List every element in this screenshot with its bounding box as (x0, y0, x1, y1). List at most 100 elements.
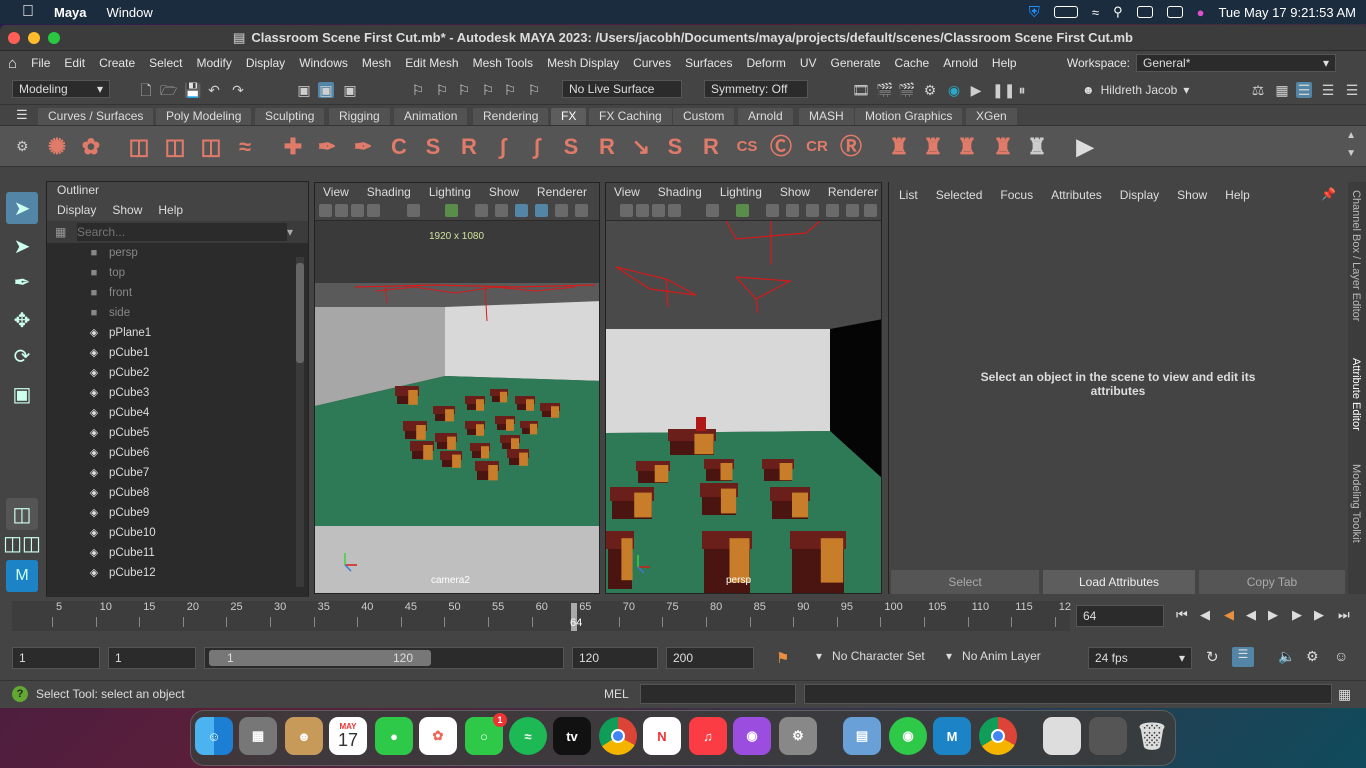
step-forward-frame-icon[interactable]: ▶ (1292, 607, 1302, 623)
vp-left-menu-renderer[interactable]: Renderer (537, 185, 587, 199)
shadows-icon[interactable] (555, 204, 568, 217)
tab-xgen[interactable]: XGen (966, 108, 1017, 125)
outliner-item[interactable]: ◈ pCube12 (87, 563, 156, 583)
menu-modify[interactable]: Modify (196, 56, 231, 70)
nhair-icon[interactable]: ✒ (348, 132, 378, 162)
shelf-scroll-down-icon[interactable]: ▼ (1346, 148, 1356, 159)
tab-custom[interactable]: Custom (673, 108, 735, 125)
image-plane-icon[interactable] (367, 204, 380, 217)
camera-select-icon[interactable] (620, 204, 633, 217)
playback-start-field[interactable]: 1 (108, 647, 196, 669)
tab-fx-caching[interactable]: FX Caching (589, 108, 672, 125)
close-window-button[interactable] (8, 32, 20, 44)
open-scene-icon[interactable]: 🗁 (160, 82, 177, 98)
minimize-window-button[interactable] (28, 32, 40, 44)
snap-pivot-icon[interactable]: ⚐ (526, 82, 542, 98)
menu-mesh[interactable]: Mesh (362, 56, 391, 70)
outliner-item[interactable]: ◈ pCube2 (87, 363, 150, 383)
outliner-menu-show[interactable]: Show (112, 203, 142, 217)
lights-icon[interactable] (535, 204, 548, 217)
help-icon[interactable]: ? (12, 686, 28, 702)
camera-select-icon[interactable] (319, 204, 332, 217)
scene-end-field[interactable]: 200 (666, 647, 754, 669)
step-back-frame-icon[interactable]: ◀ (1224, 607, 1234, 623)
menu-mesh-display[interactable]: Mesh Display (547, 56, 619, 70)
ae-copy-tab-button[interactable]: Copy Tab (1199, 570, 1345, 594)
battery-icon[interactable] (1053, 6, 1078, 18)
vp-right-menu-view[interactable]: View (614, 185, 640, 199)
dock-facetime-icon[interactable]: ● (375, 717, 413, 755)
tab-rigging[interactable]: Rigging (329, 108, 390, 125)
command-input[interactable] (640, 684, 796, 704)
filter-icon[interactable]: ▦ (55, 225, 71, 239)
playblast-icon[interactable]: ▶ (1070, 132, 1100, 162)
playback-speed-icon[interactable]: ☰ (1232, 647, 1254, 667)
current-frame-field[interactable]: 64 (1076, 605, 1164, 627)
cr-icon[interactable]: CR (802, 132, 832, 162)
ncloth-icon[interactable]: ✚ (278, 132, 308, 162)
scale-tool-button[interactable]: ▣ (6, 378, 38, 410)
lights-icon[interactable] (826, 204, 839, 217)
outliner-item[interactable]: ◈ pCube3 (87, 383, 150, 403)
menu-clock[interactable]: Tue May 17 9:21:53 AM (1218, 5, 1356, 20)
menu-deform[interactable]: Deform (746, 56, 785, 70)
menu-help[interactable]: Help (992, 56, 1017, 70)
select-hierarchy-icon[interactable]: ▣ (296, 82, 312, 98)
arnold-render-icon[interactable]: ◉ (946, 82, 962, 98)
menu-windows[interactable]: Windows (299, 56, 348, 70)
viewport-camera2[interactable]: View Shading Lighting Show Renderer 1920… (314, 182, 600, 594)
ncloth-remove-icon[interactable]: ♜ (952, 132, 982, 162)
dock-finder-icon[interactable]: ☺ (195, 717, 233, 755)
fluid-container-icon[interactable]: ◫ (124, 132, 154, 162)
dock-find-my-icon[interactable]: ◉ (889, 717, 927, 755)
play-forward-icon[interactable]: ▶ (1268, 607, 1278, 623)
time-slider[interactable]: 5 10 15 20 25 30 35 40 45 50 55 60 65 70 75 80 85 90 95 100… (0, 597, 1366, 637)
live-surface-field[interactable]: No Live Surface (562, 80, 682, 98)
step-back-key-icon[interactable]: ◀ (1200, 607, 1210, 623)
apple-icon[interactable]:  (22, 3, 34, 21)
save-scene-icon[interactable]: 💾 (184, 82, 201, 98)
outliner-item[interactable]: ■ top (87, 263, 125, 283)
lasso-tool-button[interactable]: ➤ (6, 230, 38, 262)
menu-select[interactable]: Select (149, 56, 182, 70)
outliner-search-input[interactable] (77, 223, 287, 241)
bookmark-icon[interactable] (351, 204, 364, 217)
vp-left-menu-show[interactable]: Show (489, 185, 519, 199)
pause-render-icon[interactable]: ⏸ (1014, 82, 1030, 98)
workspace-dropdown[interactable]: General* ▾ (1136, 54, 1336, 72)
dock-preview-icon[interactable]: ▤ (843, 717, 881, 755)
field-air-icon[interactable]: C (384, 132, 414, 162)
paint-select-tool-button[interactable]: ✒ (6, 266, 38, 298)
textured-icon[interactable] (806, 204, 819, 217)
field-gravity-icon[interactable]: S (660, 132, 690, 162)
vp-right-menu-renderer[interactable]: Renderer (828, 185, 878, 199)
layout-icon[interactable]: ▦ (1274, 82, 1290, 98)
vp-left-menu-shading[interactable]: Shading (367, 185, 411, 199)
tab-attribute-editor[interactable]: Attribute Editor (1350, 358, 1362, 431)
redo-icon[interactable]: ↷ (230, 82, 246, 98)
select-tool-button[interactable]: ➤ (6, 192, 38, 224)
dock-music-icon[interactable]: ♫ (689, 717, 727, 755)
vp-right-menu-lighting[interactable]: Lighting (720, 185, 762, 199)
siri-icon[interactable]: ● (1197, 5, 1205, 20)
screen-mirror-icon[interactable] (1136, 6, 1153, 18)
menu-edit-mesh[interactable]: Edit Mesh (405, 56, 458, 70)
paint-fx-icon[interactable]: ✒ (312, 132, 342, 162)
menu-arnold[interactable]: Arnold (943, 56, 978, 70)
play-backward-icon[interactable]: ◀ (1246, 607, 1256, 623)
ae-menu-show[interactable]: Show (1177, 188, 1207, 202)
camera-lock-icon[interactable] (335, 204, 348, 217)
home-icon[interactable]: ⌂ (8, 55, 17, 72)
dock-apple-tv-icon[interactable]: tv (553, 717, 591, 755)
character-icon[interactable]: ☺ (1334, 648, 1348, 664)
cs-icon[interactable]: CS (732, 132, 762, 162)
menu-curves[interactable]: Curves (633, 56, 671, 70)
vp-right-menu-shading[interactable]: Shading (658, 185, 702, 199)
textured-icon[interactable] (515, 204, 528, 217)
outliner-item[interactable]: ◈ pCube5 (87, 423, 150, 443)
field-volume-icon[interactable]: R (592, 132, 622, 162)
ae-select-button[interactable]: Select (891, 570, 1039, 594)
outliner-item[interactable]: ◈ pCube9 (87, 503, 150, 523)
outliner-item[interactable]: ◈ pCube7 (87, 463, 150, 483)
new-scene-icon[interactable]: 🗋 (138, 82, 154, 98)
